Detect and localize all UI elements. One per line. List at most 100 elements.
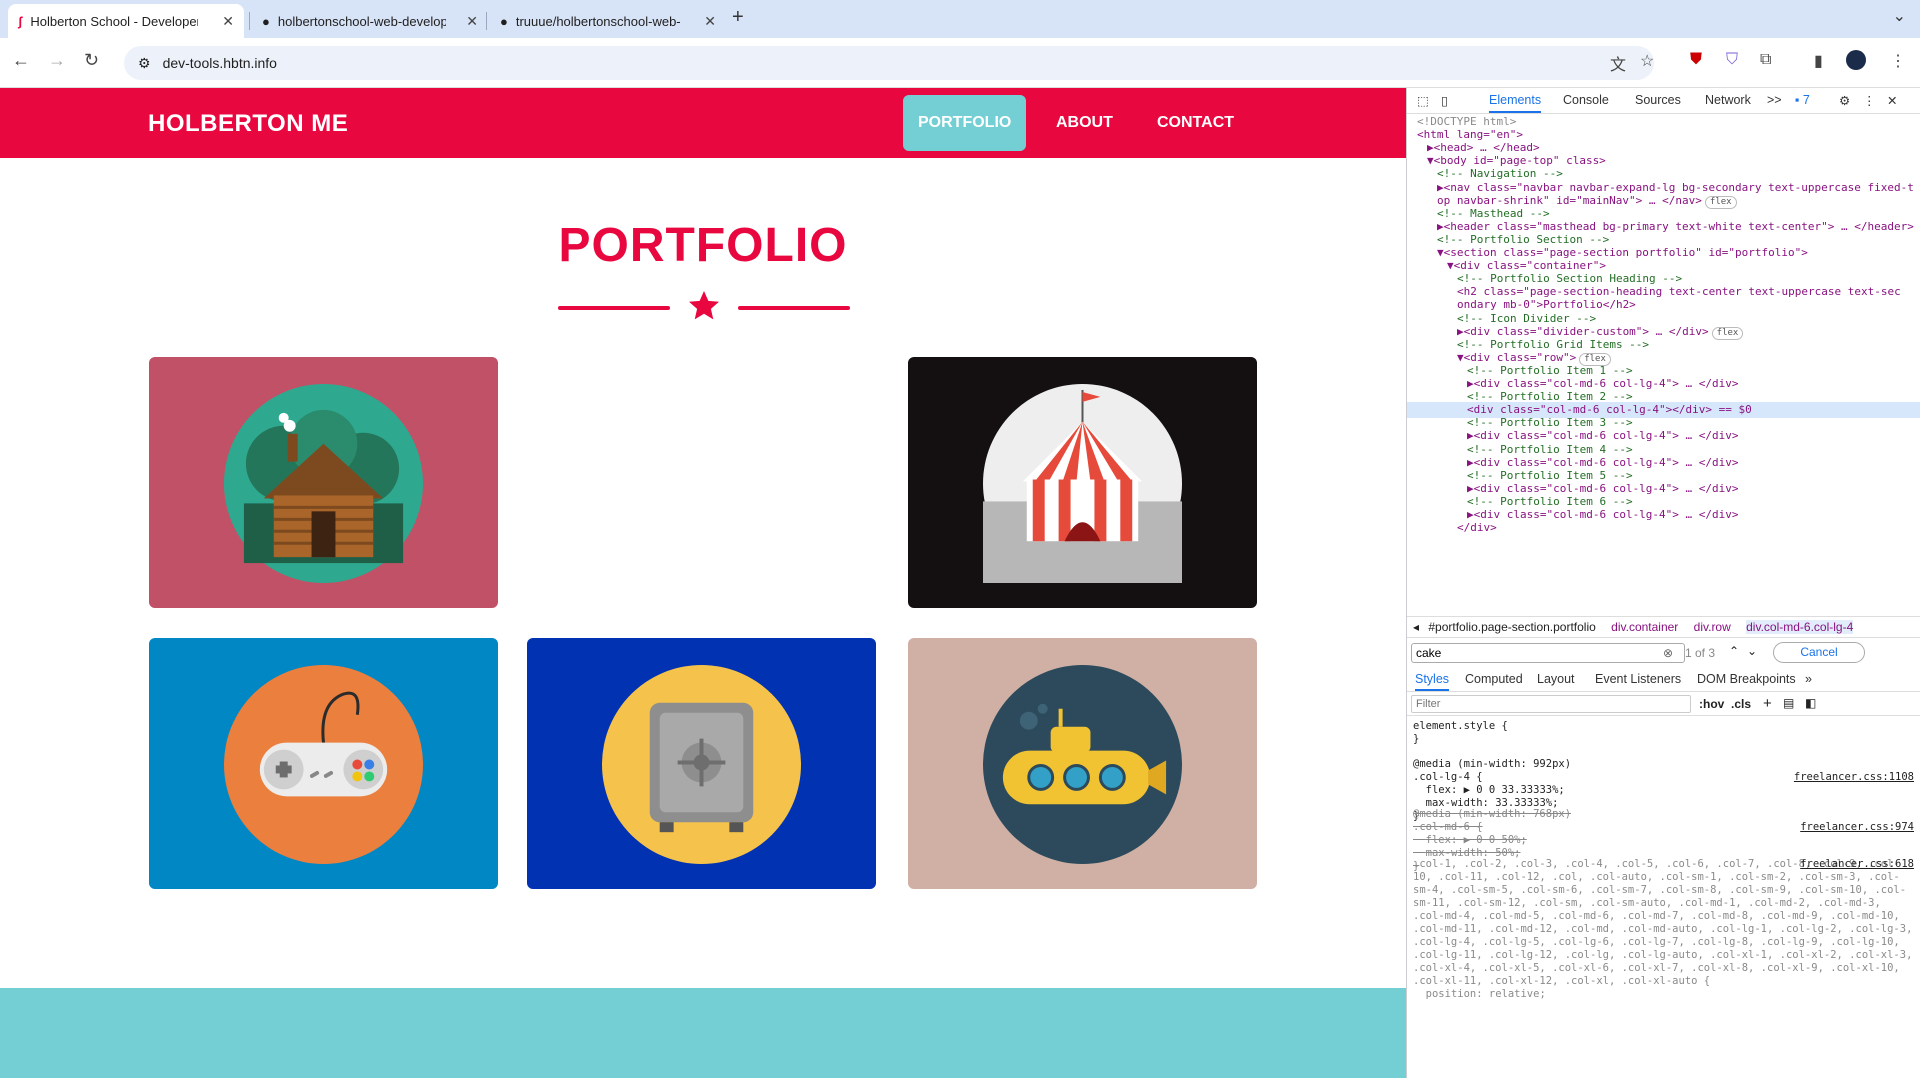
tab-search-chevron-icon[interactable]: ⌄	[1893, 6, 1906, 26]
dom-node-text: <!-- Portfolio Item 3 -->	[1467, 416, 1633, 430]
tab-title: Holberton School - Developer	[30, 13, 199, 29]
address-bar[interactable]: ⚙ dev-tools.hbtn.info	[124, 46, 1654, 80]
portfolio-item-controller[interactable]	[149, 638, 498, 889]
css-rule[interactable]: .col-1, .col-2, .col-3, .col-4, .col-5, …	[1413, 858, 1913, 1001]
menu-kebab-icon[interactable]: ⋮	[1890, 51, 1906, 71]
css-source-link[interactable]: freelancer.css:974	[1800, 821, 1914, 833]
tab-title: truuue/holbertonschool-web-	[515, 13, 681, 29]
bookmark-star-icon[interactable]: ☆	[1640, 51, 1654, 71]
settings-gear-icon[interactable]: ⚙	[1839, 93, 1850, 108]
tab-styles[interactable]: Styles	[1415, 672, 1450, 691]
dom-node-text: <!-- Portfolio Item 6 -->	[1467, 494, 1633, 508]
dom-node-text: ▶<header class="masthead bg-primary text…	[1437, 219, 1914, 233]
dom-node-text: <!-- Icon Divider -->	[1457, 311, 1597, 325]
submarine-icon	[983, 665, 1182, 864]
forward-icon[interactable]: →	[48, 50, 66, 71]
dom-node-line[interactable]: </div>	[1407, 520, 1920, 536]
dom-node-text: <!DOCTYPE html>	[1417, 115, 1517, 128]
issues-badge[interactable]: ▪ 7	[1795, 93, 1810, 107]
css-source-link[interactable]: freelancer.css:618	[1800, 858, 1914, 870]
cls-toggle[interactable]: .cls	[1731, 697, 1751, 711]
dom-node-text: ondary mb-0">Portfolio</h2>	[1457, 298, 1636, 312]
styles-filter-input[interactable]	[1411, 695, 1691, 713]
tab-github-2[interactable]: ● truuue/holbertonschool-web- ✕	[490, 4, 726, 38]
dom-node-text: ▶<head> … </head>	[1427, 141, 1540, 155]
nav-about[interactable]: ABOUT	[1041, 95, 1128, 151]
close-tab-icon[interactable]: ✕	[466, 13, 478, 30]
more-style-tabs-icon[interactable]: »	[1805, 672, 1812, 686]
inspect-element-icon[interactable]: ⬚	[1417, 93, 1429, 108]
cancel-search-button[interactable]: Cancel	[1773, 642, 1865, 663]
reload-icon[interactable]: ↻	[84, 50, 99, 71]
extensions-puzzle-icon[interactable]: ⧉	[1760, 51, 1771, 69]
breadcrumb-container[interactable]: div.container	[1611, 620, 1678, 634]
tab-github-1[interactable]: ● holbertonschool-web-develop ✕	[252, 4, 488, 38]
shield-extension-icon[interactable]: ⛉	[1726, 51, 1738, 69]
dom-node-text: ▼<section class="page-section portfolio"…	[1437, 246, 1808, 259]
tab-sources[interactable]: Sources	[1635, 93, 1681, 107]
close-tab-icon[interactable]: ✕	[704, 13, 716, 30]
clear-search-icon[interactable]: ⊗	[1663, 646, 1673, 660]
tab-computed[interactable]: Computed	[1465, 672, 1523, 686]
hov-toggle[interactable]: :hov	[1699, 697, 1724, 711]
search-next-icon[interactable]: ⌄	[1747, 644, 1757, 658]
tab-dom-breakpoints[interactable]: DOM Breakpoints	[1697, 672, 1796, 686]
portfolio-item-cabin[interactable]	[149, 357, 498, 608]
breadcrumb-row[interactable]: div.row	[1694, 620, 1731, 634]
close-tab-icon[interactable]: ✕	[222, 13, 234, 30]
more-tabs-icon[interactable]: >>	[1767, 93, 1782, 107]
github-icon: ●	[500, 13, 508, 29]
nav-portfolio[interactable]: PORTFOLIO	[903, 95, 1027, 151]
dom-node-text: </div>	[1457, 521, 1497, 535]
tab-console[interactable]: Console	[1563, 93, 1609, 107]
site-navbar: HOLBERTON ME PORTFOLIO ABOUT CONTACT	[0, 88, 1406, 158]
styles-filter-bar: :hov .cls + ▤ ◧	[1407, 692, 1920, 716]
devtools-menu-icon[interactable]: ⋮	[1863, 93, 1876, 108]
search-match-count: 1 of 3	[1685, 646, 1716, 660]
dom-node-text: <!-- Portfolio Item 1 -->	[1467, 363, 1633, 377]
device-toolbar-icon[interactable]: ▯	[1441, 93, 1448, 108]
browser-tab-strip: ʃ Holberton School - Developer ✕ ● holbe…	[0, 0, 1920, 38]
brand-logo[interactable]: HOLBERTON ME	[148, 110, 348, 138]
side-panel-icon[interactable]: ▮	[1814, 51, 1823, 71]
portfolio-item-safe[interactable]	[527, 638, 876, 889]
dom-node-text: <!-- Masthead -->	[1437, 206, 1550, 220]
dom-tree[interactable]: <!DOCTYPE html> <html lang="en"> ▶<head> ……	[1407, 114, 1920, 702]
tab-elements[interactable]: Elements	[1489, 93, 1542, 113]
dom-search-input[interactable]	[1411, 643, 1685, 663]
element-state-icon[interactable]: ▤	[1783, 696, 1794, 710]
breadcrumb-section[interactable]: #portfolio.page-section.portfolio	[1428, 620, 1595, 634]
dom-node-text: ▼<body id="page-top" class>	[1427, 154, 1606, 168]
tab-holberton[interactable]: ʃ Holberton School - Developer ✕	[8, 4, 244, 38]
tab-network[interactable]: Network	[1705, 93, 1751, 107]
breadcrumb-back-icon[interactable]: ◂	[1413, 620, 1419, 634]
css-rule[interactable]: element.style { }	[1413, 720, 1913, 746]
dom-node-text: ▶<div class="col-md-6 col-lg-4"> … </div…	[1467, 508, 1739, 521]
tab-layout[interactable]: Layout	[1537, 672, 1575, 686]
dom-search-bar: ⊗ 1 of 3 ⌃ ⌄ Cancel	[1407, 640, 1920, 666]
back-icon[interactable]: ←	[12, 50, 30, 71]
profile-avatar[interactable]	[1846, 50, 1866, 70]
computed-sidebar-icon[interactable]: ◧	[1805, 696, 1816, 710]
tab-separator	[486, 12, 487, 30]
ublock-extension-icon[interactable]: ⛊	[1690, 51, 1702, 69]
css-source-link[interactable]: freelancer.css:1108	[1794, 771, 1914, 783]
site-info-icon[interactable]: ⚙	[138, 55, 151, 72]
close-devtools-icon[interactable]: ✕	[1887, 93, 1897, 108]
search-prev-icon[interactable]: ⌃	[1729, 644, 1739, 658]
devtools-tabbar: ⬚ ▯ Elements Console Sources Network >> …	[1407, 88, 1920, 114]
translate-icon[interactable]: 文	[1610, 51, 1626, 75]
nav-contact[interactable]: CONTACT	[1142, 95, 1249, 151]
holberton-favicon-icon: ʃ	[18, 13, 23, 29]
browser-toolbar: ← → ↻ ⚙ dev-tools.hbtn.info 文 ☆ ⛊ ⛉ ⧉ ▮ …	[0, 38, 1920, 88]
breadcrumb-col[interactable]: div.col-md-6.col-lg-4	[1746, 620, 1854, 634]
tab-event-listeners[interactable]: Event Listeners	[1595, 672, 1681, 686]
url-text: dev-tools.hbtn.info	[162, 55, 277, 71]
dom-node-text: ▶<nav class="navbar navbar-expand-lg bg-…	[1437, 180, 1914, 194]
new-rule-plus-icon[interactable]: +	[1763, 695, 1772, 712]
new-tab-icon[interactable]: +	[732, 6, 744, 29]
dom-node-text: <!-- Navigation -->	[1437, 167, 1563, 181]
portfolio-item-circus[interactable]	[908, 357, 1257, 608]
breadcrumb: ◂ #portfolio.page-section.portfolio div.…	[1407, 616, 1920, 638]
portfolio-item-submarine[interactable]	[908, 638, 1257, 889]
